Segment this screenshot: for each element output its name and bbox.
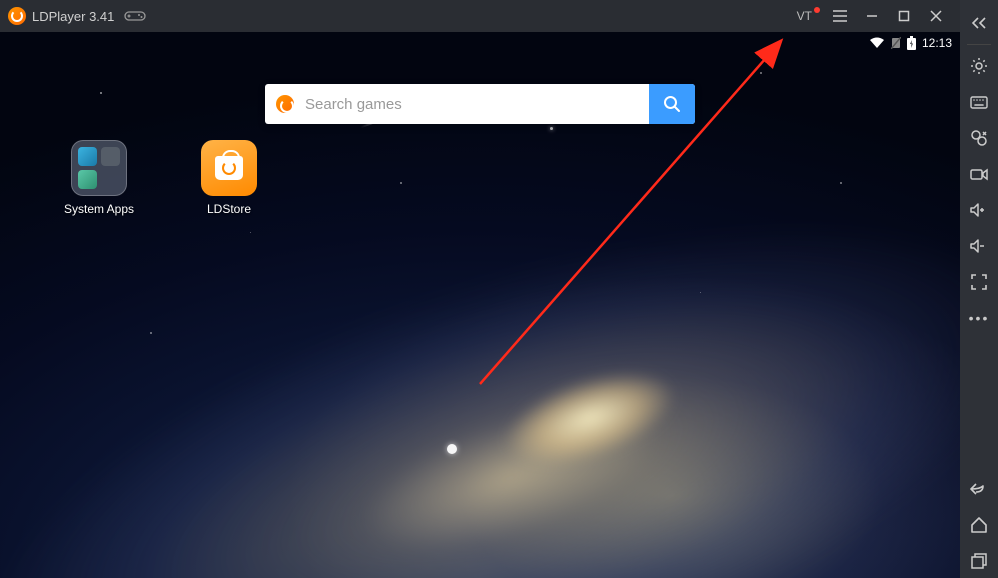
app-system-apps[interactable]: System Apps <box>64 140 134 216</box>
screenshot-button[interactable] <box>960 121 998 155</box>
home-apps: System Apps LDStore <box>64 140 264 216</box>
ldplayer-search-logo-icon <box>265 84 305 124</box>
search-button[interactable] <box>649 84 695 124</box>
menu-button[interactable] <box>824 0 856 32</box>
battery-charging-icon <box>907 36 916 50</box>
search-input[interactable] <box>305 84 649 124</box>
app-title: LDPlayer 3.41 <box>32 9 114 24</box>
app-ldstore[interactable]: LDStore <box>194 140 264 216</box>
gamepad-icon[interactable] <box>124 9 146 23</box>
app-label: LDStore <box>207 202 251 216</box>
no-sim-icon <box>891 37 901 49</box>
vt-alert-dot-icon <box>814 7 820 13</box>
ldplayer-logo-icon <box>8 7 26 25</box>
maximize-button[interactable] <box>888 0 920 32</box>
right-toolbar: ••• <box>960 0 998 578</box>
minimize-button[interactable] <box>856 0 888 32</box>
volume-down-button[interactable] <box>960 229 998 263</box>
close-button[interactable] <box>920 0 952 32</box>
fullscreen-button[interactable] <box>960 265 998 299</box>
record-button[interactable] <box>960 157 998 191</box>
ldstore-icon <box>201 140 257 196</box>
vt-label: VT <box>797 9 812 23</box>
keyboard-mapping-button[interactable] <box>960 85 998 119</box>
more-button[interactable]: ••• <box>960 301 998 335</box>
vt-indicator[interactable]: VT <box>797 9 812 23</box>
settings-button[interactable] <box>960 49 998 83</box>
android-statusbar: 12:13 <box>861 32 960 54</box>
back-button[interactable] <box>960 472 998 506</box>
titlebar: LDPlayer 3.41 VT <box>0 0 960 32</box>
app-label: System Apps <box>64 202 134 216</box>
recents-button[interactable] <box>960 544 998 578</box>
search-bar <box>265 84 695 124</box>
home-button[interactable] <box>960 508 998 542</box>
volume-up-button[interactable] <box>960 193 998 227</box>
folder-icon <box>71 140 127 196</box>
collapse-sidebar-button[interactable] <box>960 6 998 40</box>
wifi-icon <box>869 37 885 49</box>
statusbar-time: 12:13 <box>922 36 952 50</box>
emulator-viewport: 12:13 System Apps LDStore <box>0 32 960 578</box>
